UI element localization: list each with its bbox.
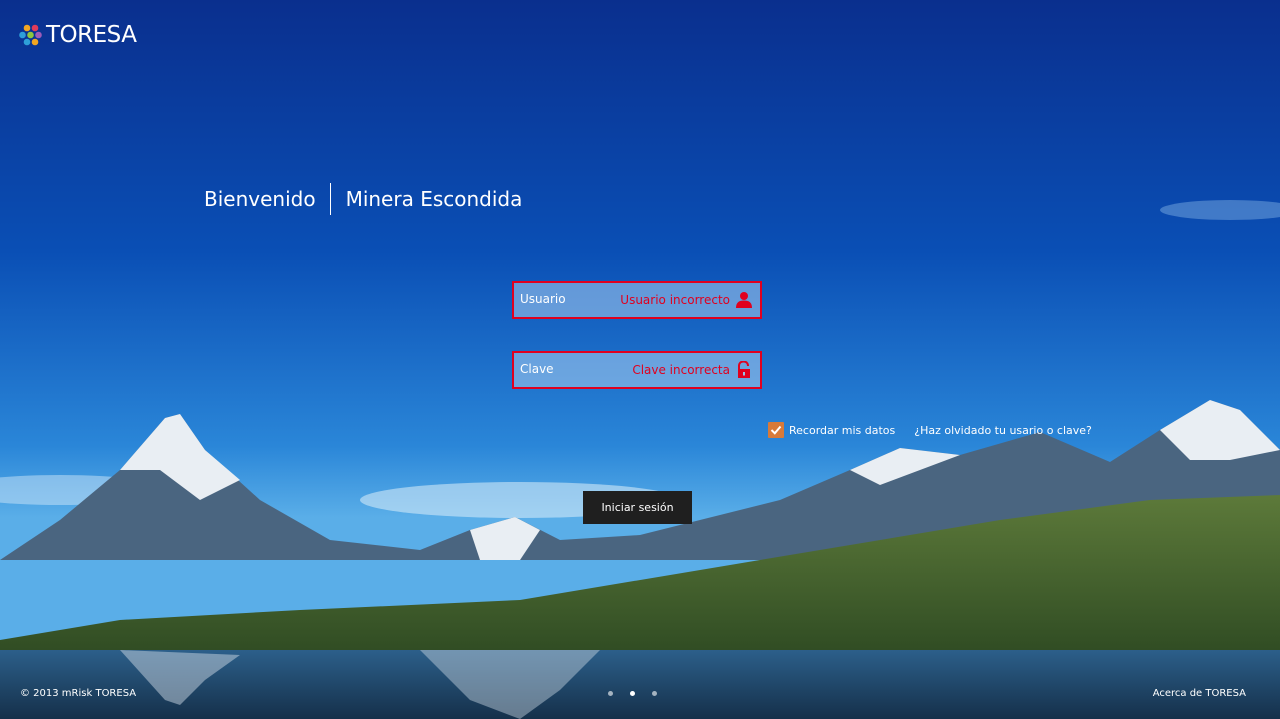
about-link[interactable]: Acerca de TORESA xyxy=(1153,688,1246,699)
carousel-dot-2[interactable] xyxy=(630,691,635,696)
brand-logo: TORESA xyxy=(18,22,137,48)
carousel-dot-1[interactable] xyxy=(608,691,613,696)
password-label: Clave xyxy=(520,362,554,376)
welcome-greeting: Bienvenido xyxy=(204,187,316,211)
username-label: Usuario xyxy=(520,292,566,306)
carousel-dot-3[interactable] xyxy=(652,691,657,696)
company-name: Minera Escondida xyxy=(345,187,523,211)
password-error: Clave incorrecta xyxy=(632,363,730,377)
checkmark-icon xyxy=(770,425,782,435)
toresa-logo-icon xyxy=(19,24,42,46)
copyright-text: © 2013 mRisk TORESA xyxy=(20,688,137,699)
password-field[interactable]: Clave Clave incorrecta xyxy=(512,351,762,389)
user-icon xyxy=(736,292,752,308)
brand-name: TORESA xyxy=(46,22,137,48)
remember-label[interactable]: Recordar mis datos xyxy=(789,424,895,437)
welcome-divider xyxy=(329,183,331,215)
username-field[interactable]: Usuario Usuario incorrecto xyxy=(512,281,762,319)
forgot-credentials-link[interactable]: ¿Haz olvidado tu usario o clave? xyxy=(914,424,1092,437)
remember-checkbox[interactable] xyxy=(768,422,784,438)
unlock-icon xyxy=(738,361,750,378)
welcome-header: Bienvenido Minera Escondida xyxy=(204,182,522,216)
login-options: Recordar mis datos ¿Haz olvidado tu usar… xyxy=(768,422,1092,438)
login-button[interactable]: Iniciar sesión xyxy=(583,491,692,524)
username-error: Usuario incorrecto xyxy=(620,293,730,307)
carousel-indicators xyxy=(608,691,674,696)
